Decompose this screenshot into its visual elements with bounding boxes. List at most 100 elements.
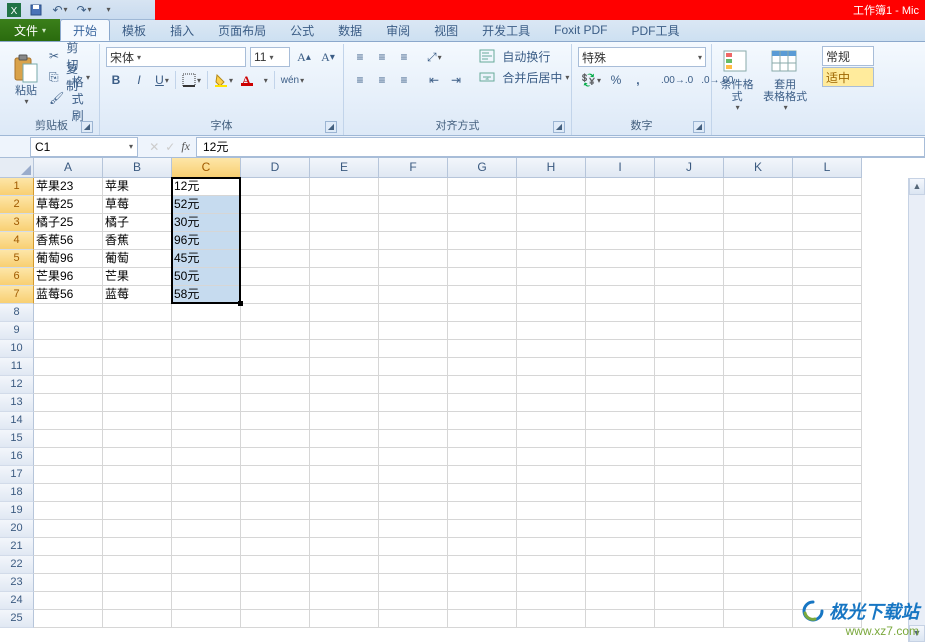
cell-E14[interactable] [310,412,379,430]
comma-button[interactable]: , [628,70,648,90]
qat-redo-icon[interactable]: ↷▾ [74,2,94,18]
cell-K18[interactable] [724,484,793,502]
cell-G15[interactable] [448,430,517,448]
cell-B5[interactable]: 葡萄 [103,250,172,268]
cell-A12[interactable] [34,376,103,394]
scroll-up-button[interactable]: ▲ [909,178,925,195]
cell-L2[interactable] [793,196,862,214]
cell-A21[interactable] [34,538,103,556]
cell-E18[interactable] [310,484,379,502]
cell-J18[interactable] [655,484,724,502]
cell-H16[interactable] [517,448,586,466]
cell-E11[interactable] [310,358,379,376]
cell-C2[interactable]: 52元 [172,196,241,214]
cell-A8[interactable] [34,304,103,322]
cell-C5[interactable]: 45元 [172,250,241,268]
cell-F21[interactable] [379,538,448,556]
cell-G9[interactable] [448,322,517,340]
cell-B14[interactable] [103,412,172,430]
cell-G25[interactable] [448,610,517,628]
fx-icon[interactable]: fx [181,139,190,154]
row-header-13[interactable]: 13 [0,394,34,412]
cell-I16[interactable] [586,448,655,466]
cell-F23[interactable] [379,574,448,592]
cell-E20[interactable] [310,520,379,538]
cell-D10[interactable] [241,340,310,358]
cell-A15[interactable] [34,430,103,448]
cell-J24[interactable] [655,592,724,610]
phonetic-button[interactable]: wén▾ [278,70,307,90]
cell-C25[interactable] [172,610,241,628]
cell-A9[interactable] [34,322,103,340]
tab-Foxit PDF[interactable]: Foxit PDF [542,19,619,41]
cell-L19[interactable] [793,502,862,520]
cell-I18[interactable] [586,484,655,502]
cell-L21[interactable] [793,538,862,556]
cell-G2[interactable] [448,196,517,214]
cell-A1[interactable]: 苹果23 [34,178,103,196]
cell-F4[interactable] [379,232,448,250]
cell-G18[interactable] [448,484,517,502]
row-header-11[interactable]: 11 [0,358,34,376]
number-format-combo[interactable]: 特殊▾ [578,47,706,67]
cell-H13[interactable] [517,394,586,412]
cell-J11[interactable] [655,358,724,376]
cell-B3[interactable]: 橘子 [103,214,172,232]
cell-C1[interactable]: 12元 [172,178,241,196]
cell-D25[interactable] [241,610,310,628]
cell-H19[interactable] [517,502,586,520]
cell-I10[interactable] [586,340,655,358]
align-left-button[interactable]: ≡ [350,70,370,90]
cancel-formula-icon[interactable]: ✕ [149,140,159,154]
cell-H23[interactable] [517,574,586,592]
cell-H12[interactable] [517,376,586,394]
cell-A16[interactable] [34,448,103,466]
dialog-launcher-icon[interactable]: ◢ [81,121,93,133]
percent-button[interactable]: % [606,70,626,90]
cell-D2[interactable] [241,196,310,214]
cell-A19[interactable] [34,502,103,520]
cell-L7[interactable] [793,286,862,304]
cell-I12[interactable] [586,376,655,394]
increase-font-button[interactable]: A▴ [294,47,314,67]
cell-C18[interactable] [172,484,241,502]
cell-F22[interactable] [379,556,448,574]
format-as-table-button[interactable]: 套用 表格格式▾ [760,46,810,112]
cell-B1[interactable]: 苹果 [103,178,172,196]
row-header-25[interactable]: 25 [0,610,34,628]
cell-C8[interactable] [172,304,241,322]
cell-F8[interactable] [379,304,448,322]
align-center-button[interactable]: ≡ [372,70,392,90]
fill-color-button[interactable]: ▾ [211,70,236,90]
font-color-button[interactable]: A ▾ [239,70,271,90]
cell-I19[interactable] [586,502,655,520]
cell-E8[interactable] [310,304,379,322]
column-header-K[interactable]: K [724,158,793,178]
orientation-button[interactable]: ⤢▾ [424,47,445,67]
cell-K14[interactable] [724,412,793,430]
dialog-launcher-icon[interactable]: ◢ [693,121,705,133]
underline-button[interactable]: U▾ [152,70,172,90]
tab-审阅[interactable]: 审阅 [374,19,422,41]
cell-K11[interactable] [724,358,793,376]
cell-H21[interactable] [517,538,586,556]
cell-E10[interactable] [310,340,379,358]
cell-D18[interactable] [241,484,310,502]
cell-F17[interactable] [379,466,448,484]
cell-E23[interactable] [310,574,379,592]
row-header-24[interactable]: 24 [0,592,34,610]
cell-F18[interactable] [379,484,448,502]
row-header-16[interactable]: 16 [0,448,34,466]
cell-C24[interactable] [172,592,241,610]
cell-B19[interactable] [103,502,172,520]
row-header-14[interactable]: 14 [0,412,34,430]
tab-插入[interactable]: 插入 [158,19,206,41]
cell-K8[interactable] [724,304,793,322]
cell-A13[interactable] [34,394,103,412]
dialog-launcher-icon[interactable]: ◢ [325,121,337,133]
cell-F1[interactable] [379,178,448,196]
cell-D8[interactable] [241,304,310,322]
cell-C20[interactable] [172,520,241,538]
cell-H17[interactable] [517,466,586,484]
cell-A4[interactable]: 香蕉56 [34,232,103,250]
